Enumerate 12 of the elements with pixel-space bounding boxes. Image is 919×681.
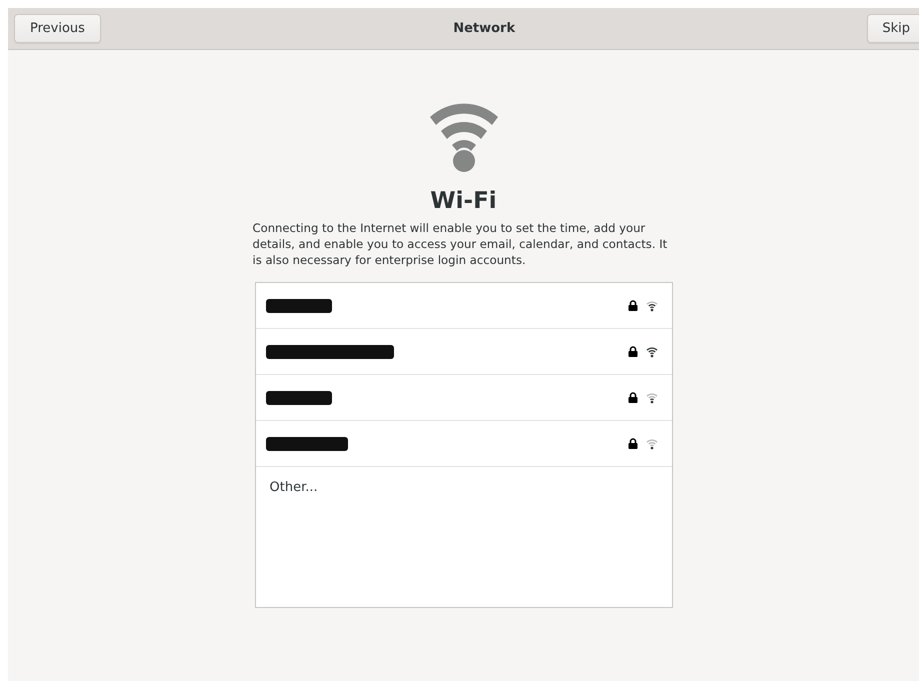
wifi-signal-icon: [646, 392, 658, 404]
previous-button[interactable]: Previous: [14, 14, 101, 43]
wifi-signal-icon: [646, 438, 658, 450]
description-text: Connecting to the Internet will enable you to set the time, add your details, and enable you to access your email, calendar, and contacts. It is also necessary for enterprise login accounts.: [252, 220, 668, 268]
wifi-signal-icon: [646, 346, 658, 358]
window-title: Network: [453, 21, 516, 36]
other-network-item[interactable]: Other...: [256, 467, 672, 508]
redacted-name: [266, 390, 332, 404]
redacted-name: [266, 298, 332, 312]
page-heading: Wi-Fi: [430, 188, 497, 214]
wifi-signal-icon: [646, 300, 658, 312]
skip-button[interactable]: Skip: [867, 14, 919, 43]
